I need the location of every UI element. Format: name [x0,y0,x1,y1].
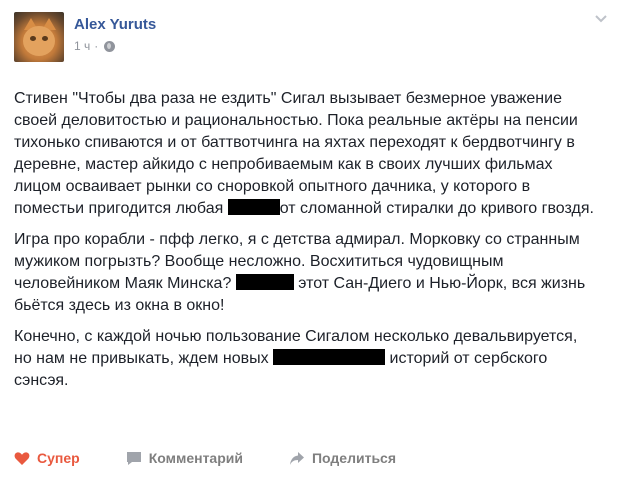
paragraph-text: Стивен "Чтобы два раза не ездить" Сигал … [14,90,578,217]
share-label: Поделиться [311,450,397,466]
post-card: Alex Yuruts 1 ч · Стивен "Чтобы два раза… [0,0,620,477]
like-label: Супер [37,450,80,466]
globe-icon[interactable] [104,40,116,52]
redaction-bar [273,349,386,365]
comment-icon [126,451,141,465]
post-paragraph: Игра про корабли - пфф легко, я с детств… [14,229,594,317]
post-timestamp[interactable]: 1 ч [74,39,90,53]
avatar[interactable] [14,12,64,62]
separator-dot: · [94,39,99,53]
paragraph-text: от сломанной стиралки до кривого гвоздя. [279,200,594,217]
share-button[interactable]: Поделиться [289,450,396,466]
post-text: Стивен "Чтобы два раза не ездить" Сигал … [14,88,594,392]
avatar-face [23,26,55,56]
like-button[interactable]: Супер [14,450,80,466]
redaction-bar [235,274,294,290]
post-header: Alex Yuruts 1 ч · [14,12,606,72]
chevron-down-icon[interactable] [594,14,608,24]
heart-icon [14,451,30,465]
action-bar: Супер Комментарий Поделиться [14,450,442,466]
post-subline: 1 ч · [74,39,156,53]
post-paragraph: Конечно, с каждой ночью пользование Сига… [14,326,594,392]
post-meta: Alex Yuruts 1 ч · [74,12,156,53]
comment-label: Комментарий [148,450,243,466]
avatar-eye [42,36,48,41]
post-paragraph: Стивен "Чтобы два раза не ездить" Сигал … [14,88,594,220]
redaction-bar [227,199,280,215]
comment-button[interactable]: Комментарий [126,450,243,466]
avatar-eye [30,36,36,41]
author-name[interactable]: Alex Yuruts [74,15,156,34]
share-icon [289,451,304,465]
